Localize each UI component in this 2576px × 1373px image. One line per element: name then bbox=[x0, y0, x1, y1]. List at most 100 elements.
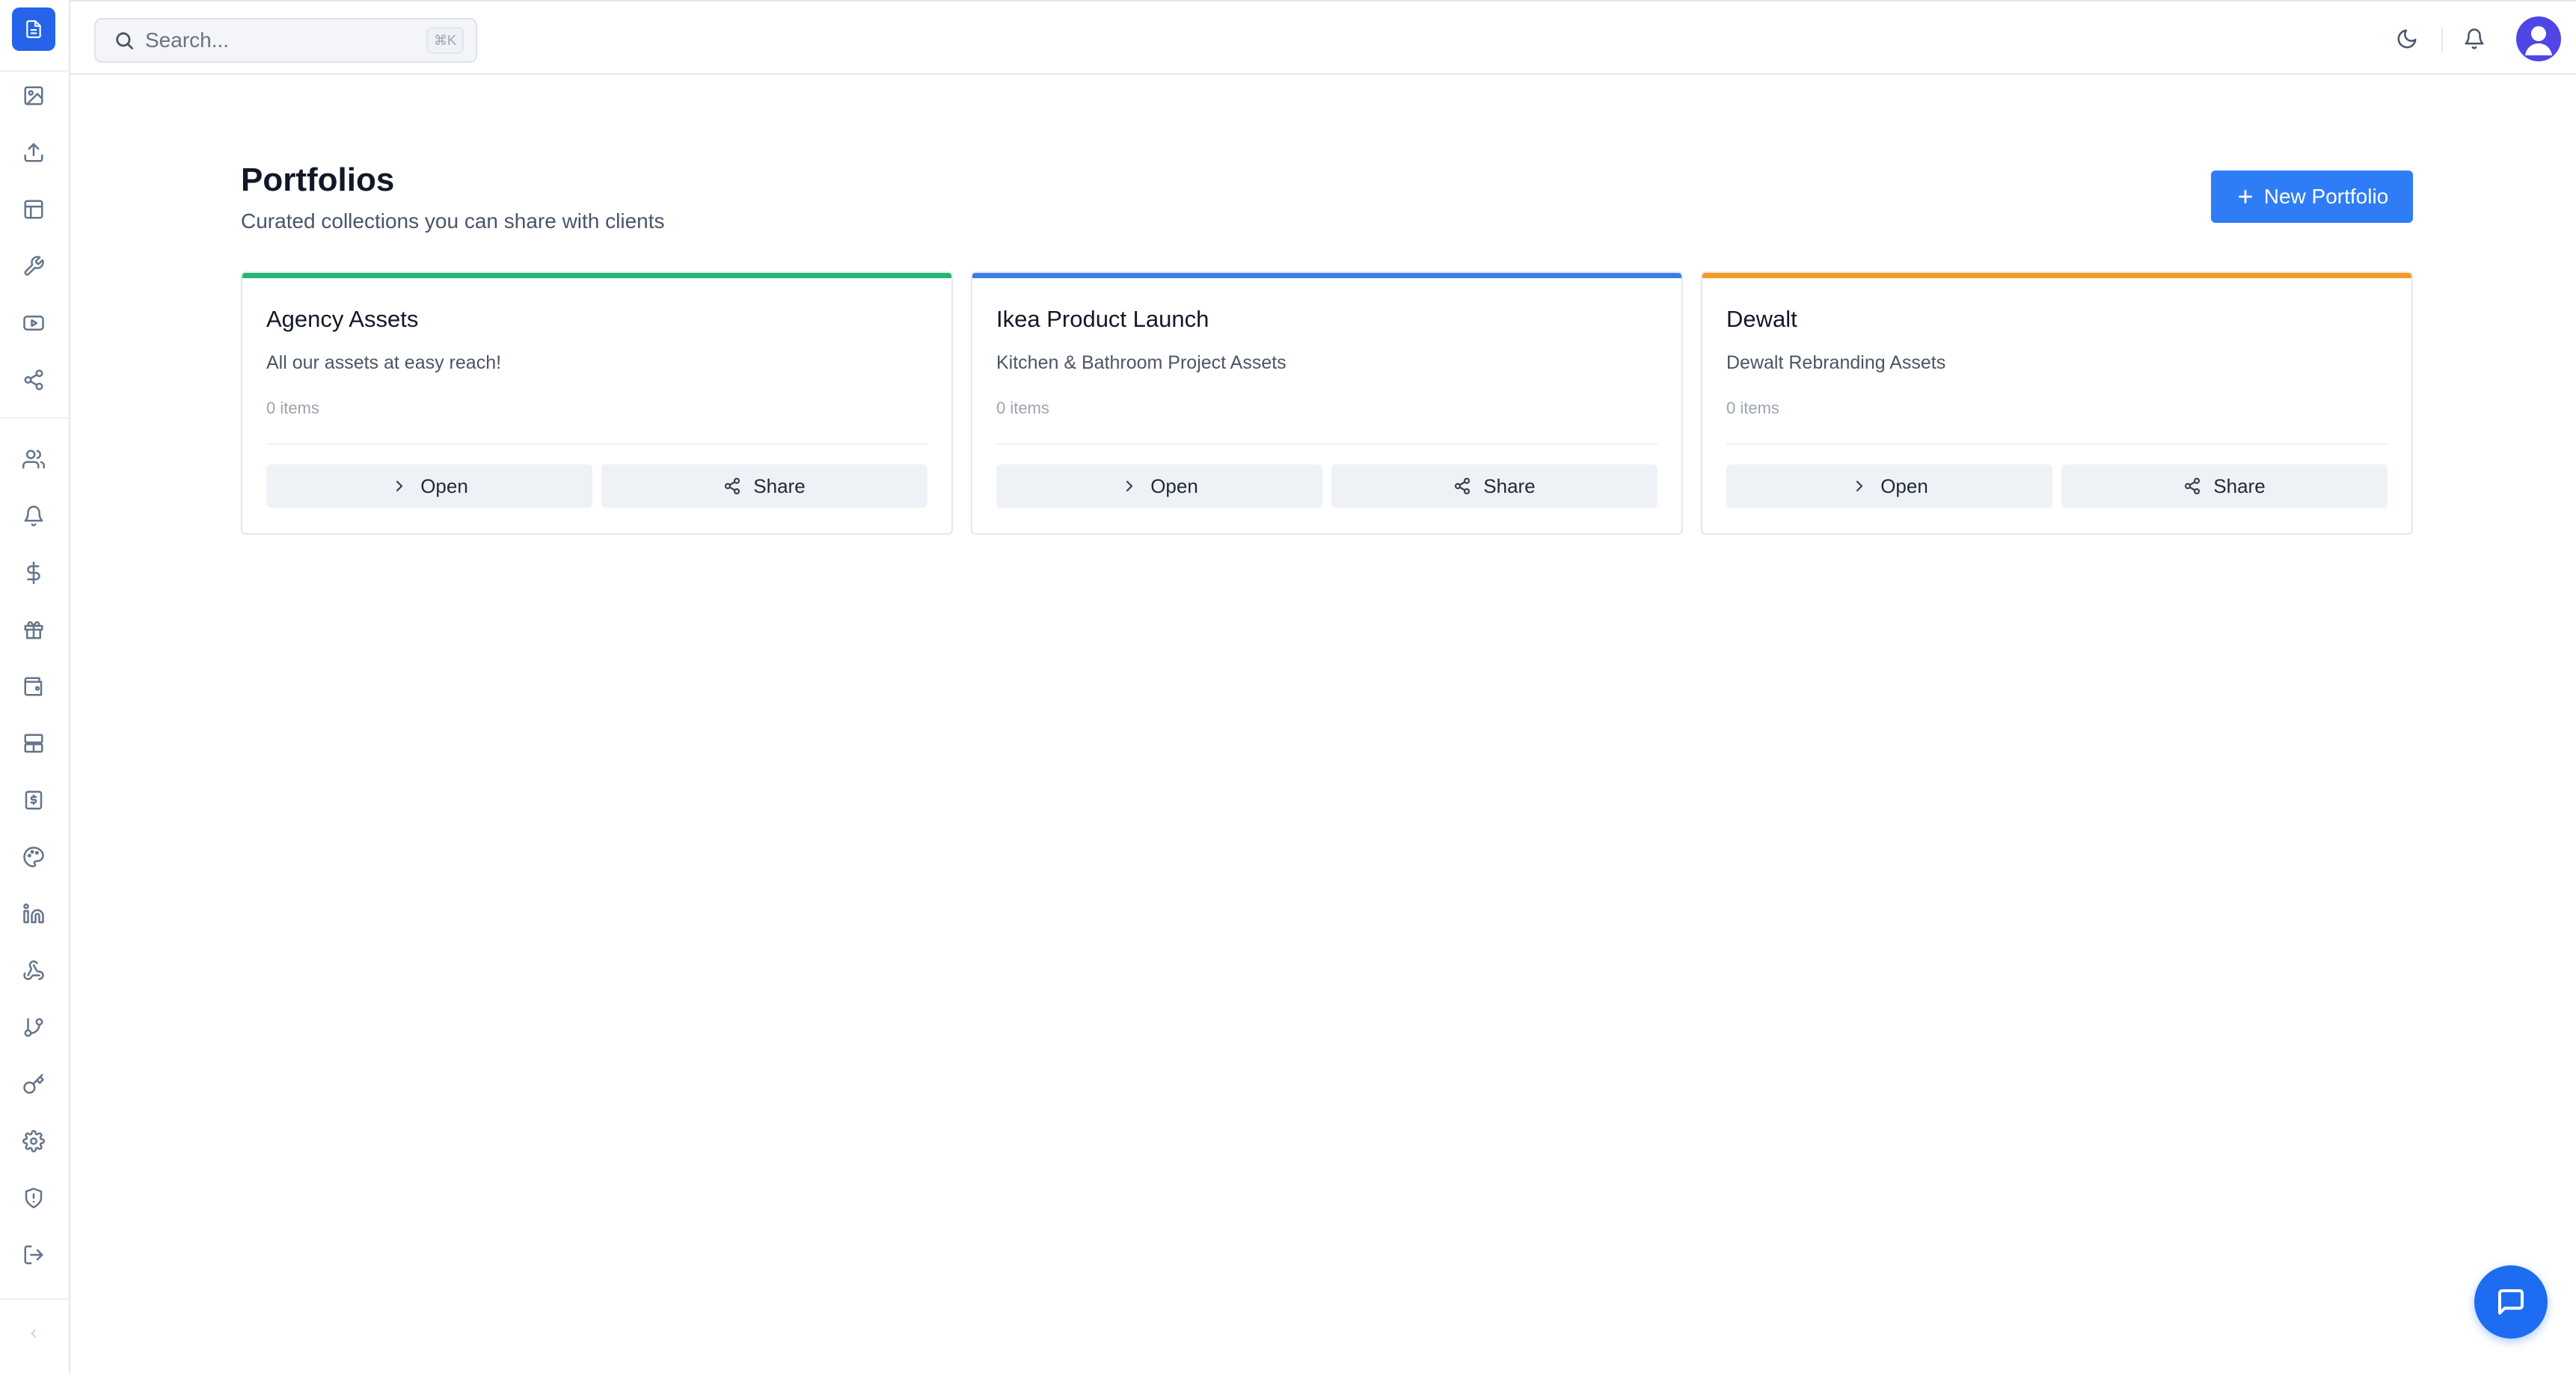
chevron-right-icon bbox=[1856, 480, 1863, 492]
portfolio-card: Dewalt Dewalt Rebranding Assets 0 items … bbox=[1701, 271, 2413, 535]
share-icon bbox=[725, 477, 740, 495]
card-description: Dewalt Rebranding Assets bbox=[1726, 352, 1946, 373]
sidebar-item-wallet[interactable] bbox=[19, 672, 49, 701]
open-label: Open bbox=[1150, 474, 1198, 497]
wrench-icon bbox=[24, 256, 44, 276]
gift-icon bbox=[24, 621, 43, 639]
image-icon bbox=[24, 86, 43, 105]
sidebar-item-layout[interactable] bbox=[19, 194, 49, 224]
sidebar-item-share[interactable] bbox=[19, 365, 49, 395]
share-button[interactable]: Share bbox=[1331, 464, 1657, 508]
sidebar-item-webhooks[interactable] bbox=[19, 956, 49, 986]
share-button[interactable]: Share bbox=[601, 464, 927, 508]
key-icon bbox=[23, 1074, 44, 1094]
user-avatar[interactable] bbox=[2516, 16, 2561, 61]
share-button[interactable]: Share bbox=[2061, 464, 2388, 508]
sidebar-item-rewards[interactable] bbox=[19, 615, 49, 645]
page-subtitle: Curated collections you can share with c… bbox=[241, 209, 665, 233]
card-title: Ikea Product Launch bbox=[996, 306, 1209, 332]
sidebar-collapse-button[interactable] bbox=[22, 1322, 45, 1345]
bell-icon bbox=[2465, 28, 2484, 49]
sidebar bbox=[0, 0, 70, 1373]
logout-icon bbox=[24, 1245, 43, 1265]
shield-icon bbox=[25, 1188, 43, 1208]
open-label: Open bbox=[420, 474, 468, 497]
header-divider bbox=[2441, 27, 2443, 52]
open-button[interactable]: Open bbox=[266, 464, 592, 508]
linkedin-icon bbox=[23, 903, 44, 924]
sidebar-item-videos[interactable] bbox=[19, 308, 49, 338]
document-icon bbox=[26, 20, 41, 38]
plus-icon bbox=[2238, 190, 2252, 203]
share-icon bbox=[2185, 477, 2201, 495]
server-icon bbox=[24, 734, 43, 753]
sidebar-item-tools[interactable] bbox=[19, 251, 49, 281]
search-icon bbox=[114, 30, 135, 51]
share-label: Share bbox=[2213, 474, 2266, 497]
video-icon bbox=[23, 316, 44, 331]
sidebar-item-branding[interactable] bbox=[19, 842, 49, 872]
app-root: ⌘K Portfolios Curated collections you ca… bbox=[0, 0, 2576, 1373]
chevron-left-icon bbox=[31, 1329, 37, 1338]
dollar-icon bbox=[27, 562, 40, 584]
search-input[interactable] bbox=[145, 28, 399, 52]
sidebar-item-billing[interactable] bbox=[19, 558, 49, 588]
share-label: Share bbox=[753, 474, 806, 497]
sidebar-item-upload[interactable] bbox=[19, 138, 49, 168]
user-avatar-icon bbox=[2525, 26, 2552, 55]
search-bar[interactable]: ⌘K bbox=[94, 18, 477, 63]
new-portfolio-button[interactable]: New Portfolio bbox=[2211, 171, 2413, 223]
sidebar-item-settings[interactable] bbox=[19, 1126, 49, 1156]
theme-toggle-button[interactable] bbox=[2392, 24, 2422, 54]
sidebar-item-images[interactable] bbox=[19, 81, 49, 111]
git-branch-icon bbox=[24, 1018, 43, 1037]
invoice-icon bbox=[25, 790, 43, 810]
sidebar-item-linkedin[interactable] bbox=[19, 899, 49, 929]
sidebar-item-branches[interactable] bbox=[19, 1013, 49, 1042]
sidebar-item-api-keys[interactable] bbox=[19, 1069, 49, 1099]
new-portfolio-label: New Portfolio bbox=[2263, 185, 2389, 208]
open-button[interactable]: Open bbox=[996, 464, 1322, 508]
upload-icon bbox=[24, 143, 43, 162]
sidebar-item-notifications[interactable] bbox=[19, 501, 49, 531]
sidebar-divider bbox=[0, 417, 69, 419]
chevron-right-icon bbox=[396, 480, 403, 492]
portfolio-card: Agency Assets All our assets at easy rea… bbox=[241, 271, 953, 535]
users-icon bbox=[22, 449, 45, 469]
bell-icon bbox=[24, 506, 43, 526]
open-button[interactable]: Open bbox=[1726, 464, 2052, 508]
chat-bubble-icon bbox=[2498, 1289, 2524, 1315]
share-icon bbox=[1455, 477, 1471, 495]
card-item-count: 0 items bbox=[266, 399, 319, 417]
card-divider bbox=[996, 443, 1657, 445]
open-label: Open bbox=[1880, 474, 1928, 497]
webhook-icon bbox=[23, 960, 44, 980]
sidebar-item-users[interactable] bbox=[19, 444, 49, 474]
sidebar-item-logout[interactable] bbox=[19, 1240, 49, 1270]
sidebar-item-security[interactable] bbox=[19, 1183, 49, 1213]
card-item-count: 0 items bbox=[1726, 399, 1779, 417]
sidebar-item-storage[interactable] bbox=[19, 728, 49, 758]
settings-icon bbox=[22, 1130, 45, 1152]
app-logo[interactable] bbox=[12, 7, 55, 51]
layout-icon bbox=[24, 200, 43, 219]
sidebar-item-invoices[interactable] bbox=[19, 785, 49, 815]
card-description: Kitchen & Bathroom Project Assets bbox=[996, 352, 1287, 373]
share-label: Share bbox=[1483, 474, 1536, 497]
card-divider bbox=[266, 443, 927, 445]
search-shortcut-badge: ⌘K bbox=[426, 27, 464, 54]
moon-icon bbox=[2397, 29, 2417, 49]
chat-support-button[interactable] bbox=[2474, 1265, 2548, 1339]
notifications-button[interactable] bbox=[2459, 24, 2489, 54]
wallet-icon bbox=[24, 677, 43, 696]
card-title: Agency Assets bbox=[266, 306, 419, 332]
card-description: All our assets at easy reach! bbox=[266, 352, 502, 373]
portfolio-card: Ikea Product Launch Kitchen & Bathroom P… bbox=[971, 271, 1683, 535]
sidebar-divider bbox=[0, 70, 69, 72]
chevron-right-icon bbox=[1126, 480, 1133, 492]
sidebar-divider bbox=[0, 1298, 69, 1300]
card-item-count: 0 items bbox=[996, 399, 1049, 417]
page-title: Portfolios bbox=[241, 162, 395, 198]
card-accent-bar bbox=[242, 273, 951, 278]
card-accent-bar bbox=[972, 273, 1681, 278]
